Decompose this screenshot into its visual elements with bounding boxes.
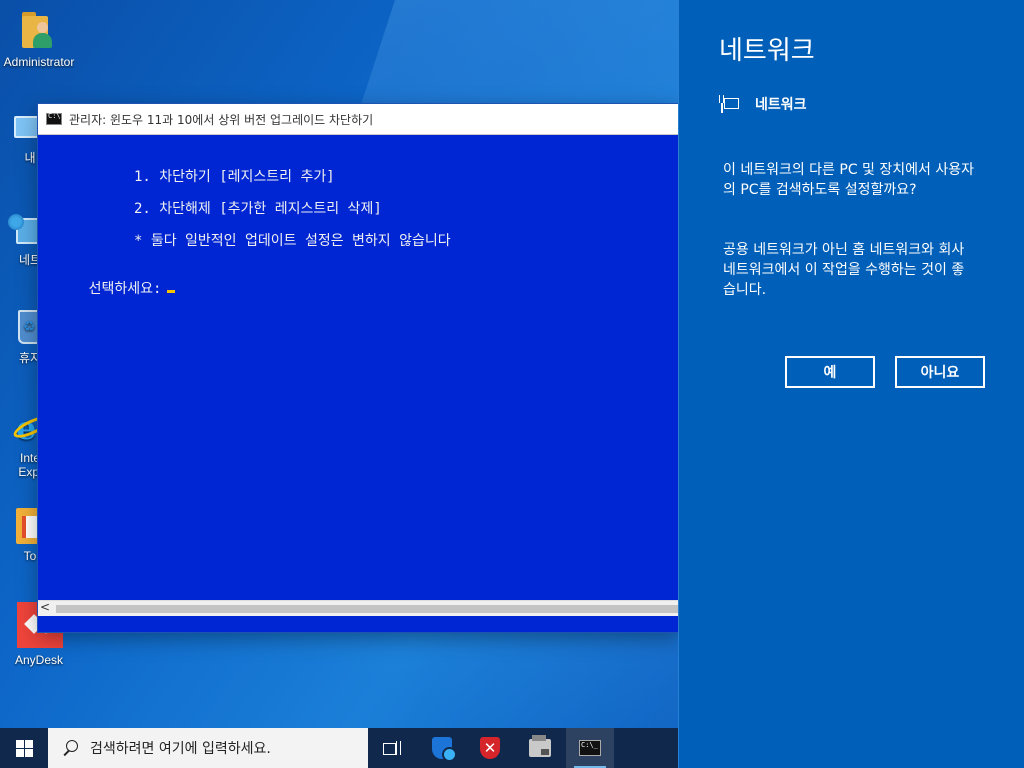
windows-logo-icon (15, 739, 33, 757)
command-prompt-icon (46, 112, 62, 125)
desktop-icon-label: AnyDesk (14, 653, 64, 667)
task-view-icon (383, 741, 401, 755)
console-menu-option-1: 1. 차단하기 [레지스트리 추가] (134, 169, 335, 185)
installer-box-icon (529, 735, 551, 757)
start-button[interactable] (0, 728, 48, 768)
yes-button[interactable]: 예 (785, 356, 875, 388)
search-placeholder: 검색하려면 여기에 입력하세요. (90, 741, 271, 757)
console-note: * 둘다 일반적인 업데이트 설정은 변하지 않습니다 (134, 233, 451, 249)
taskbar-app-blocker[interactable]: ✕ (466, 728, 514, 768)
console-window[interactable]: 관리자: 윈도우 11과 10에서 상위 버전 업그레이드 차단하기 1. 차단… (38, 104, 680, 632)
ethernet-icon (719, 95, 739, 113)
console-prompt: 선택하세요: (88, 281, 162, 297)
text-cursor (167, 290, 176, 293)
console-titlebar[interactable]: 관리자: 윈도우 11과 10에서 상위 버전 업그레이드 차단하기 (38, 104, 680, 135)
console-menu-option-2: 2. 차단해제 [추가한 레지스트리 삭제] (134, 201, 382, 217)
security-shield-icon (432, 737, 457, 762)
console-body[interactable]: 1. 차단하기 [레지스트리 추가] 2. 차단해제 [추가한 레지스트리 삭제… (38, 135, 680, 616)
console-prompt-line: 선택하세요: (38, 262, 176, 314)
desktop-icon-label: Administrator (3, 55, 75, 69)
network-entry: 네트워크 (719, 94, 807, 114)
command-prompt-icon (579, 740, 601, 756)
discovery-explanation: 공용 네트워크가 아닌 홈 네트워크와 회사 네트워크에서 이 작업을 수행하는… (723, 242, 965, 298)
taskbar: 검색하려면 여기에 입력하세요. ✕ (0, 728, 678, 768)
taskbar-search-box[interactable]: 검색하려면 여기에 입력하세요. (48, 728, 368, 768)
taskbar-app-command-prompt[interactable] (566, 728, 614, 768)
console-title: 관리자: 윈도우 11과 10에서 상위 버전 업그레이드 차단하기 (69, 112, 374, 127)
taskbar-app-installer[interactable] (516, 728, 564, 768)
red-shield-icon: ✕ (480, 737, 500, 759)
desktop-icon-administrator[interactable]: Administrator (1, 12, 77, 69)
scrollbar-track[interactable] (56, 605, 680, 613)
horizontal-scrollbar[interactable]: < (38, 600, 680, 616)
taskbar-app-security[interactable] (418, 728, 466, 768)
search-icon (62, 740, 78, 756)
no-button[interactable]: 아니요 (895, 356, 985, 388)
discovery-question: 이 네트워크의 다른 PC 및 장치에서 사용자의 PC를 검색하도록 설정할까… (723, 162, 974, 198)
user-folder-icon (19, 12, 59, 52)
network-name: 네트워크 (755, 97, 807, 113)
scroll-left-arrow-icon[interactable]: < (40, 600, 50, 614)
flyout-heading: 네트워크 (719, 36, 815, 66)
task-view-button[interactable] (368, 728, 416, 768)
network-flyout: 네트워크 네트워크 이 네트워크의 다른 PC 및 장치에서 사용자의 PC를 … (678, 0, 1024, 768)
